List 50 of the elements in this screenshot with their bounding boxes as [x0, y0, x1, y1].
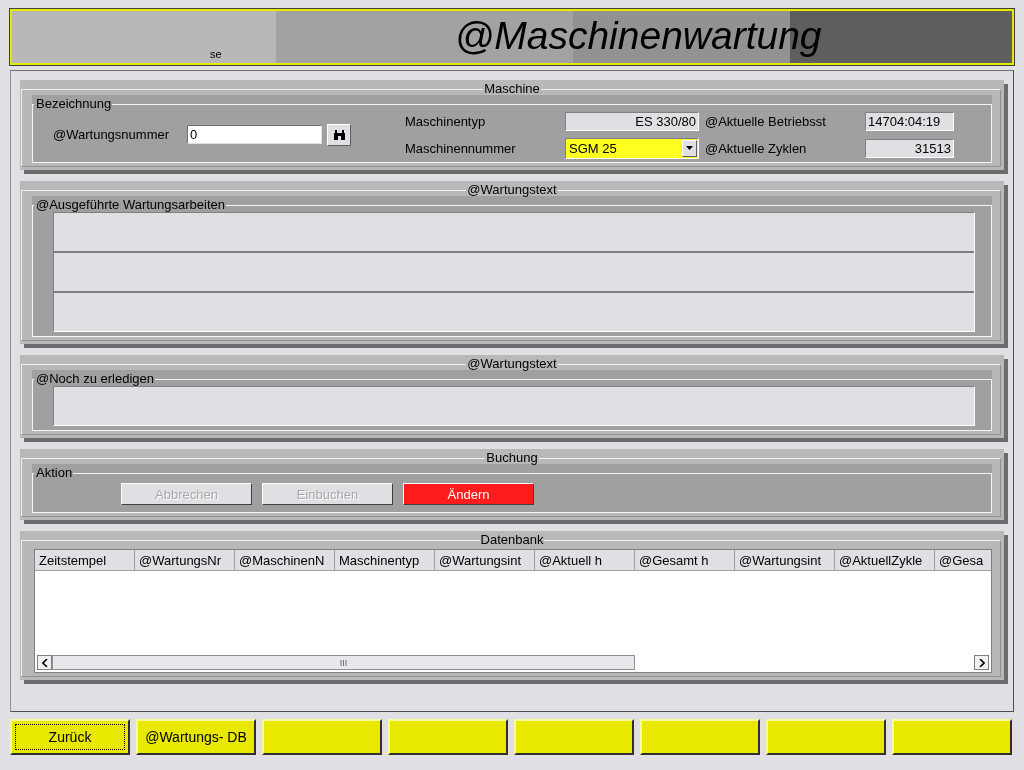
- horizontal-scrollbar[interactable]: [37, 655, 989, 670]
- column-header[interactable]: @AktuellZykle: [835, 550, 935, 571]
- column-header[interactable]: Maschinentyp: [335, 550, 435, 571]
- section-title: @Wartungstext: [466, 357, 558, 371]
- action-button[interactable]: Ändern: [403, 483, 534, 505]
- machine-number-dropdown[interactable]: SGM 25: [565, 137, 699, 159]
- banner-subtitle: se: [210, 48, 222, 60]
- readonly-field: 31513: [865, 138, 954, 158]
- readonly-field: ES 330/80: [565, 111, 699, 131]
- binoculars-icon: [332, 128, 346, 141]
- section-title: Datenbank: [479, 533, 545, 547]
- column-header[interactable]: @Wartungsint: [735, 550, 835, 571]
- section-title: Buchung: [485, 451, 539, 465]
- text-area[interactable]: [53, 386, 975, 426]
- field-label: Maschinennummer: [405, 140, 517, 156]
- column-header[interactable]: @Wartungsint: [435, 550, 535, 571]
- function-key-button[interactable]: [388, 719, 508, 755]
- column-header[interactable]: @Gesamt h: [635, 550, 735, 571]
- chevron-right-icon: [978, 658, 985, 667]
- scroll-right-button[interactable]: [974, 655, 989, 670]
- group-title: Aktion: [35, 466, 74, 480]
- readonly-field: 14704:04:19: [865, 111, 954, 131]
- group-title: Bezeichnung: [35, 97, 113, 111]
- search-button[interactable]: [327, 123, 351, 146]
- function-key-button[interactable]: Zurück: [10, 719, 130, 755]
- column-header[interactable]: @MaschinenN: [235, 550, 335, 571]
- section-title: @Wartungstext: [466, 183, 558, 197]
- column-header[interactable]: Zeitstempel: [35, 550, 135, 571]
- function-key-button[interactable]: [640, 719, 760, 755]
- group-title: @Noch zu erledigen: [35, 372, 155, 386]
- window-title: @Maschinenwartung: [454, 14, 822, 58]
- group-title: @Ausgeführte Wartungsarbeiten: [35, 198, 227, 212]
- function-key-button[interactable]: [262, 719, 382, 755]
- scroll-left-button[interactable]: [37, 655, 52, 670]
- field-label: @Aktuelle Zyklen: [705, 140, 808, 156]
- scrollbar-thumb[interactable]: [52, 655, 635, 670]
- text-area[interactable]: [53, 212, 975, 332]
- field-label: @Wartungsnummer: [53, 127, 171, 142]
- field-label: Maschinentyp: [405, 113, 487, 129]
- field-label: @Aktuelle Betriebsst: [705, 113, 827, 129]
- function-key-button[interactable]: [514, 719, 634, 755]
- section-title: Maschine: [483, 82, 541, 96]
- column-header[interactable]: @WartungsNr: [135, 550, 235, 571]
- column-header[interactable]: @Aktuell h: [535, 550, 635, 571]
- function-key-button[interactable]: [892, 719, 1012, 755]
- function-key-button[interactable]: @Wartungs- DB: [136, 719, 256, 755]
- column-header[interactable]: @Gesa: [935, 550, 991, 571]
- chevron-left-icon: [41, 658, 48, 667]
- maintenance-number-field[interactable]: 0: [187, 125, 322, 144]
- function-key-button[interactable]: [766, 719, 886, 755]
